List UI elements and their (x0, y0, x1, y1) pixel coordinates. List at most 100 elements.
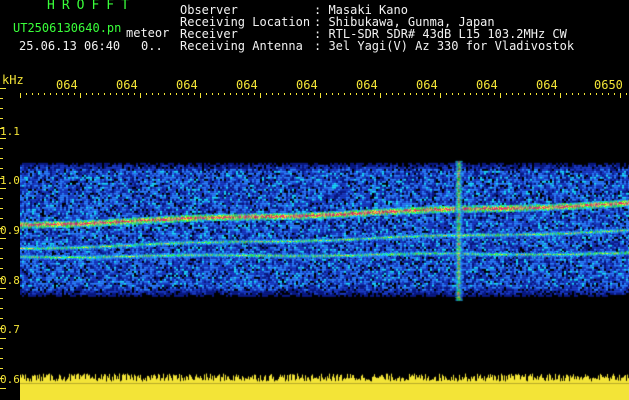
x-minor-tick (410, 93, 411, 95)
x-tick-label: 064 (356, 78, 378, 92)
x-minor-tick (596, 93, 597, 95)
x-minor-tick (386, 93, 387, 95)
y-minor-tick (0, 368, 3, 369)
x-minor-tick (200, 93, 201, 98)
y-minor-tick (0, 318, 3, 319)
x-tick-label: 064 (536, 78, 558, 92)
x-minor-tick (584, 93, 585, 95)
x-tick-label: 0650 (594, 78, 623, 92)
x-minor-tick (578, 93, 579, 95)
spectrogram-plot (20, 100, 629, 400)
y-minor-tick (0, 188, 6, 189)
x-minor-tick (332, 93, 333, 95)
file-name: UT2506130640.pn (13, 21, 122, 35)
x-minor-tick (350, 93, 351, 95)
x-minor-tick (170, 93, 171, 95)
x-minor-tick (20, 93, 21, 98)
x-minor-tick (122, 93, 123, 95)
x-minor-tick (338, 93, 339, 95)
y-minor-tick (0, 238, 6, 239)
x-minor-tick (398, 93, 399, 95)
spectrogram-window: { "header": { "brand": "HROFFT", "filena… (0, 0, 629, 400)
y-minor-tick (0, 308, 3, 309)
x-minor-tick (116, 93, 117, 95)
x-minor-tick (458, 93, 459, 95)
y-minor-tick (0, 278, 3, 279)
x-minor-tick (74, 93, 75, 95)
x-minor-tick (308, 93, 309, 95)
x-minor-tick (290, 93, 291, 95)
x-minor-tick (566, 93, 567, 95)
meta-row-antenna: Receiving Antenna : 3el Yagi(V) Az 330 f… (180, 40, 574, 52)
y-minor-tick (0, 148, 3, 149)
x-minor-tick (224, 93, 225, 95)
x-minor-tick (98, 93, 99, 95)
x-minor-tick (560, 93, 561, 98)
x-minor-tick (194, 93, 195, 95)
x-minor-tick (590, 93, 591, 95)
y-minor-tick (0, 338, 6, 339)
x-minor-tick (212, 93, 213, 95)
x-minor-tick (44, 93, 45, 95)
x-minor-tick (38, 93, 39, 95)
x-minor-tick (134, 93, 135, 95)
x-minor-tick (470, 93, 471, 95)
x-minor-tick (182, 93, 183, 95)
observation-metadata: Observer : Masaki Kano Receiving Locatio… (180, 4, 574, 52)
x-minor-tick (164, 93, 165, 95)
x-minor-tick (518, 93, 519, 95)
x-minor-tick (272, 93, 273, 95)
x-minor-tick (26, 93, 27, 95)
x-tick-label: 064 (116, 78, 138, 92)
x-minor-tick (218, 93, 219, 95)
y-tick-label: 0.8 (0, 274, 20, 287)
x-minor-tick (62, 93, 63, 95)
y-axis-unit: kHz (2, 73, 24, 87)
y-minor-tick (0, 158, 3, 159)
x-minor-tick (488, 93, 489, 95)
y-minor-tick (0, 298, 3, 299)
x-minor-tick (344, 93, 345, 95)
meta-value: : 3el Yagi(V) Az 330 for Vladivostok (314, 39, 575, 53)
app-brand: HROFFT (47, 0, 136, 13)
x-minor-tick (524, 93, 525, 95)
x-tick-label: 064 (476, 78, 498, 92)
x-minor-tick (236, 93, 237, 95)
y-minor-tick (0, 268, 3, 269)
y-minor-tick (0, 248, 3, 249)
x-minor-tick (434, 93, 435, 95)
y-minor-tick (0, 108, 3, 109)
x-minor-tick (104, 93, 105, 95)
x-minor-tick (32, 93, 33, 95)
y-minor-tick (0, 168, 3, 169)
x-minor-tick (428, 93, 429, 95)
x-minor-tick (380, 93, 381, 98)
x-minor-tick (92, 93, 93, 95)
y-minor-tick (0, 358, 3, 359)
x-minor-tick (146, 93, 147, 95)
x-minor-tick (542, 93, 543, 95)
x-minor-tick (446, 93, 447, 95)
x-minor-tick (506, 93, 507, 95)
y-tick-label: 0.9 (0, 224, 20, 237)
y-minor-tick (0, 328, 3, 329)
x-minor-tick (188, 93, 189, 95)
x-minor-tick (158, 93, 159, 95)
x-minor-tick (422, 93, 423, 95)
y-minor-tick (0, 138, 6, 139)
x-minor-tick (260, 93, 261, 98)
x-minor-tick (50, 93, 51, 95)
y-minor-tick (0, 348, 3, 349)
y-minor-tick (0, 178, 3, 179)
y-tick-label: 0.6 (0, 373, 20, 386)
x-minor-tick (68, 93, 69, 95)
x-minor-tick (626, 93, 627, 95)
x-minor-tick (152, 93, 153, 95)
y-minor-tick (0, 258, 3, 259)
x-minor-tick (320, 93, 321, 98)
x-minor-tick (110, 93, 111, 95)
meta-label: Receiving Antenna (180, 39, 303, 53)
x-tick-label: 064 (56, 78, 78, 92)
x-minor-tick (302, 93, 303, 95)
x-minor-tick (86, 93, 87, 95)
